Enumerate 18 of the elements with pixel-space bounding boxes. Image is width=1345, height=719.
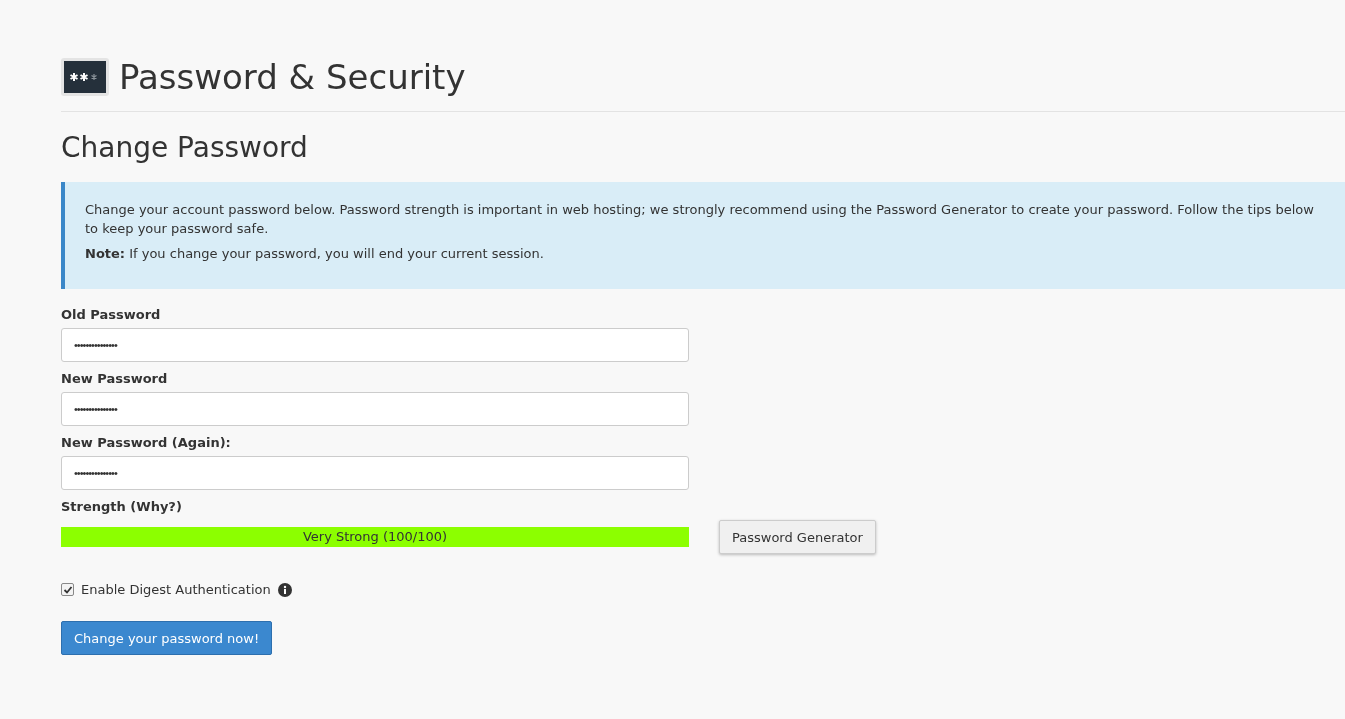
digest-label: Enable Digest Authentication bbox=[81, 582, 271, 597]
info-text: Change your account password below. Password strength is important in web hosting; we strongly recommend using the Password Generator to create your password. Follow the tips below to keep your password safe. bbox=[85, 201, 1315, 238]
field-label: Old Password bbox=[61, 307, 162, 322]
password-field[interactable]: ••••••••••••••• bbox=[61, 392, 689, 426]
change-password-button[interactable]: Change your password now! bbox=[61, 621, 273, 655]
field-label: New Password (Again): bbox=[61, 435, 232, 450]
strength-reading: Very Strong (100/100) bbox=[301, 528, 449, 546]
info-icon[interactable] bbox=[277, 582, 292, 597]
password-field[interactable]: ••••••••••••••• bbox=[61, 328, 689, 362]
section-title: Change Password bbox=[61, 131, 309, 164]
password-field[interactable]: ••••••••••••••• bbox=[61, 456, 689, 490]
page-title: Password & Security bbox=[119, 57, 466, 97]
password-generator-button[interactable]: Password Generator bbox=[719, 520, 876, 554]
note-text: Note: If you change your password, you will end your current session. bbox=[85, 245, 545, 263]
strength-label: Strength (Why?) bbox=[61, 499, 183, 514]
digest-checkbox[interactable] bbox=[61, 583, 74, 596]
password-icon bbox=[61, 58, 109, 96]
field-label: New Password bbox=[61, 371, 169, 386]
